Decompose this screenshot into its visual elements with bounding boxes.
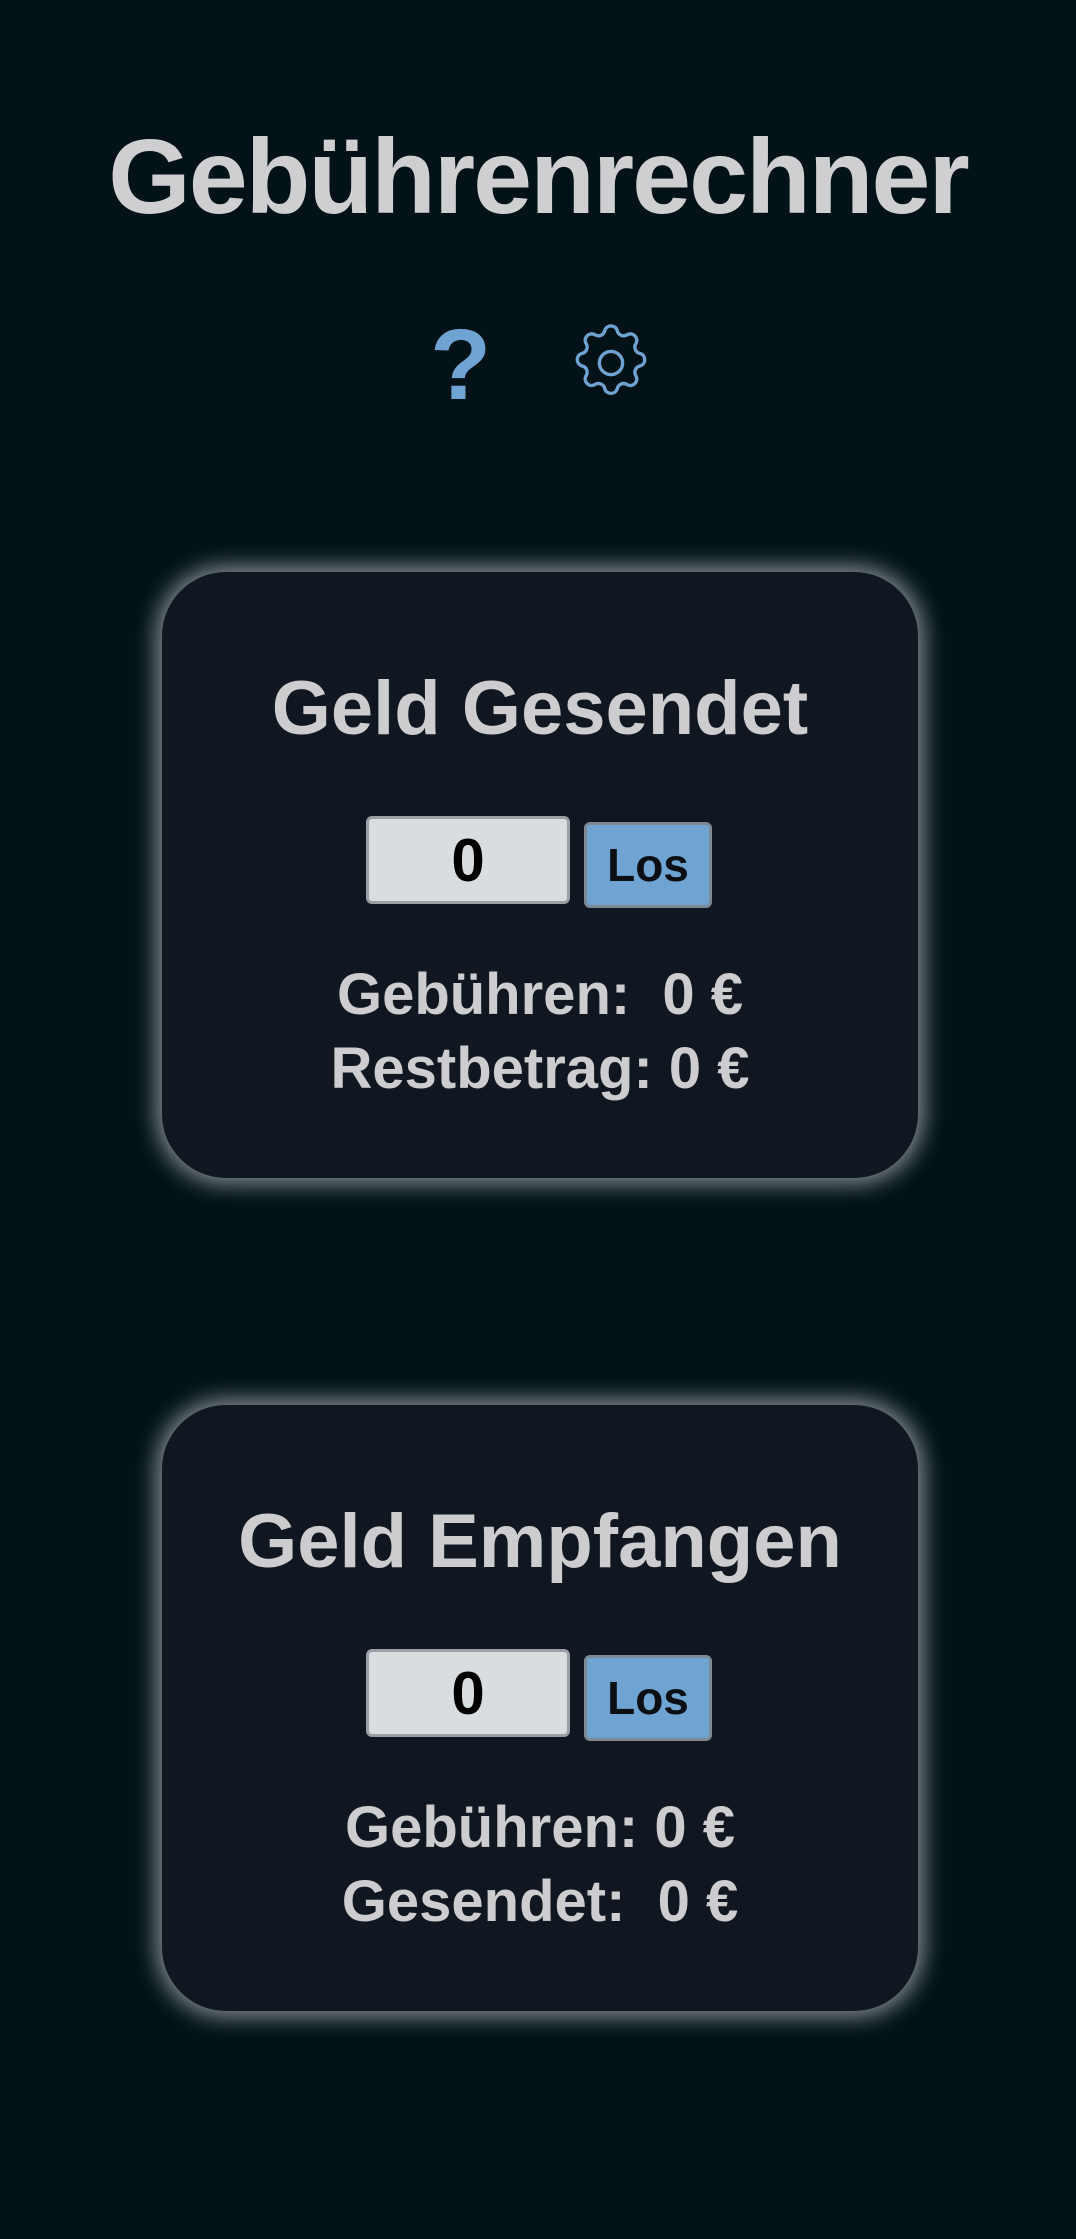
sent-money-card: Geld Gesendet Los Gebühren: 0 € Restbetr… xyxy=(162,572,918,1178)
sent-go-button[interactable]: Los xyxy=(584,822,712,908)
received-go-button[interactable]: Los xyxy=(584,1655,712,1741)
question-mark-icon[interactable]: ? xyxy=(430,315,491,415)
sent-amount-input[interactable] xyxy=(366,816,570,904)
received-amount-input[interactable] xyxy=(366,1649,570,1737)
fees-result: Gebühren: 0 € xyxy=(345,1795,735,1860)
fees-result: Gebühren: 0 € xyxy=(336,962,744,1027)
gear-icon[interactable] xyxy=(566,318,656,408)
remaining-result: Restbetrag: 0 € xyxy=(330,1036,750,1101)
icon-toolbar: ? xyxy=(0,310,1076,415)
card-title: Geld Empfangen xyxy=(238,1499,842,1584)
received-money-card: Geld Empfangen Los Gebühren: 0 € Gesende… xyxy=(162,1405,918,2011)
sent-result: Gesendet: 0 € xyxy=(341,1869,739,1934)
card-title: Geld Gesendet xyxy=(271,666,809,751)
page-title: Gebührenrechner xyxy=(108,118,969,236)
